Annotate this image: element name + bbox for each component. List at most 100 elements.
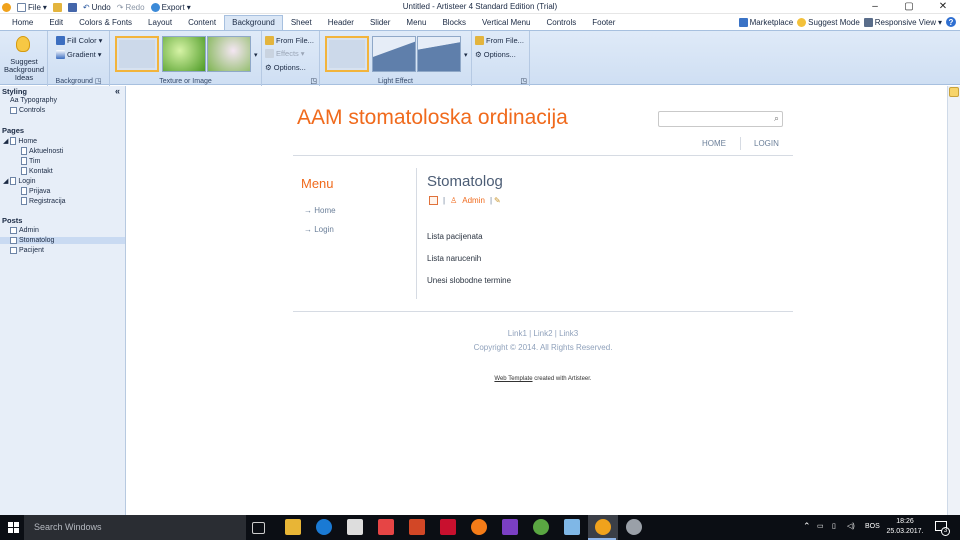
light-from-file-button[interactable]: From File... [475, 34, 524, 47]
design-canvas[interactable] [127, 86, 947, 515]
tray-language[interactable]: BOS [865, 523, 880, 530]
windows-start-icon[interactable] [8, 522, 19, 533]
gradient-button[interactable]: Gradient ▾ [56, 48, 102, 61]
menu-item-login[interactable]: → Login [304, 225, 334, 234]
tab-sheet[interactable]: Sheet [283, 15, 320, 30]
tab-slider[interactable]: Slider [362, 15, 398, 30]
undo-button[interactable]: ↶ Undo [83, 3, 111, 12]
calendar-icon [429, 196, 438, 205]
edge-browser-icon[interactable] [316, 519, 332, 535]
light-gallery-more-icon[interactable]: ▾ [464, 51, 468, 59]
image-viewer-icon[interactable] [564, 519, 580, 535]
tray-date[interactable]: 25.03.2017. [884, 528, 926, 535]
sidebar-page-tim[interactable]: Tim [21, 157, 40, 165]
sidebar-page-aktuelnosti[interactable]: Aktuelnosti [21, 147, 63, 155]
tab-colors-fonts[interactable]: Colors & Fonts [71, 15, 140, 30]
tab-footer[interactable]: Footer [584, 15, 623, 30]
paint-app-icon[interactable] [626, 519, 642, 535]
menu-item-home[interactable]: → Home [304, 206, 336, 215]
responsive-view-button[interactable]: Responsive View ▾ [863, 17, 942, 27]
task-view-icon[interactable] [252, 522, 265, 534]
light-launcher-icon[interactable]: ◳ [520, 77, 527, 85]
app-logo-icon[interactable] [2, 2, 11, 12]
sidebar-page-login[interactable]: ◢ Login [3, 177, 36, 185]
tray-volume-icon[interactable]: ◁) [847, 522, 855, 530]
post-author-link[interactable]: Admin [462, 196, 485, 205]
right-commands: Marketplace Suggest Mode Responsive View… [738, 15, 956, 29]
tab-home[interactable]: Home [4, 15, 41, 30]
suggest-background-ideas-button[interactable]: Suggest Background Ideas [1, 58, 47, 82]
android-studio-icon[interactable] [533, 519, 549, 535]
sidebar-page-home[interactable]: ◢ Home [3, 137, 37, 145]
light-thumb-diagonal[interactable] [372, 36, 416, 72]
post-title[interactable]: Stomatolog [427, 173, 503, 190]
file-explorer-icon[interactable] [285, 519, 301, 535]
collapse-triangle-icon: ◢ [3, 138, 9, 145]
tray-network-icon[interactable]: ▭ [817, 522, 824, 530]
tray-chevron-up-icon[interactable]: ⌃ [803, 521, 811, 532]
tab-vertical-menu[interactable]: Vertical Menu [474, 15, 538, 30]
texture-gallery-more-icon[interactable]: ▾ [254, 51, 258, 59]
sidebar-page-prijava[interactable]: Prijava [21, 187, 50, 195]
search-icon[interactable]: ⌕ [774, 113, 779, 124]
texture-from-file-button[interactable]: From File... [265, 34, 314, 47]
export-button[interactable]: Export ▾ [150, 2, 191, 12]
nav-login[interactable]: LOGIN [754, 139, 779, 148]
effects-button[interactable]: Effects ▾ [265, 47, 305, 60]
sidebar-post-stomatolog[interactable]: Stomatolog [0, 237, 125, 244]
tab-content[interactable]: Content [180, 15, 224, 30]
tab-layout[interactable]: Layout [140, 15, 180, 30]
sidebar-item-controls[interactable]: Controls [10, 107, 45, 114]
marketplace-button[interactable]: Marketplace [738, 17, 793, 27]
texture-launcher-icon[interactable]: ◳ [310, 77, 317, 85]
fill-color-button[interactable]: Fill Color ▾ [56, 34, 102, 47]
nav-home[interactable]: HOME [702, 139, 726, 148]
texture-thumb-leaves[interactable] [162, 36, 206, 72]
footer-links[interactable]: Link1 | Link2 | Link3 [293, 329, 793, 338]
suggest-mode-button[interactable]: Suggest Mode [797, 17, 860, 27]
visual-studio-icon[interactable] [502, 519, 518, 535]
maximize-button[interactable]: ▢ [892, 0, 926, 14]
tab-menu[interactable]: Menu [398, 15, 434, 30]
web-template-link[interactable]: Web Template [494, 376, 532, 382]
minimize-button[interactable]: – [858, 0, 892, 14]
firefox-icon[interactable] [471, 519, 487, 535]
texture-thumb-plain[interactable] [115, 36, 159, 72]
tab-edit[interactable]: Edit [41, 15, 71, 30]
open-folder-icon[interactable] [52, 2, 62, 12]
file-menu-button[interactable]: File ▾ [17, 2, 47, 12]
nav-divider [740, 137, 741, 150]
vertical-scrollbar[interactable] [947, 86, 960, 515]
tab-controls[interactable]: Controls [538, 15, 584, 30]
sidebar-page-kontakt[interactable]: Kontakt [21, 167, 53, 175]
mcafee-icon[interactable] [440, 519, 456, 535]
site-search-input[interactable]: ⌕ [658, 111, 783, 127]
light-options-button[interactable]: ⚙ Options... [475, 48, 516, 61]
light-thumb-none[interactable] [325, 36, 369, 72]
tray-time[interactable]: 18:26 [890, 518, 920, 525]
tab-blocks[interactable]: Blocks [434, 15, 474, 30]
collapse-sidebar-icon[interactable]: « [115, 86, 120, 96]
help-icon[interactable]: ? [946, 17, 956, 27]
powerpoint-icon[interactable] [409, 519, 425, 535]
tab-header[interactable]: Header [320, 15, 362, 30]
light-thumb-curve[interactable] [417, 36, 461, 72]
taskbar-search-box[interactable]: Search Windows [24, 515, 246, 540]
store-icon[interactable] [347, 519, 363, 535]
artisteer-app-icon[interactable] [595, 519, 611, 535]
sidebar-page-registracija[interactable]: Registracija [21, 197, 66, 205]
mail-app-icon[interactable] [378, 519, 394, 535]
sidebar-item-typography[interactable]: Aa Typography [10, 97, 57, 104]
save-icon[interactable] [67, 2, 77, 12]
sidebar-post-pacijent[interactable]: Pacijent [10, 247, 44, 254]
redo-button[interactable]: ↷ Redo [117, 3, 145, 12]
sidebar-post-admin[interactable]: Admin [10, 227, 39, 234]
close-button[interactable]: ✕ [926, 0, 960, 14]
site-title[interactable]: AAM stomatoloska ordinacija [297, 106, 568, 130]
texture-options-button[interactable]: ⚙ Options... [265, 61, 306, 74]
tip-lightbulb-icon[interactable] [949, 87, 959, 97]
edit-pencil-icon[interactable]: ✎ [494, 196, 501, 205]
texture-thumb-blossom[interactable] [207, 36, 251, 72]
tab-background[interactable]: Background [224, 15, 283, 30]
tray-battery-icon[interactable]: ▯ [832, 522, 836, 530]
